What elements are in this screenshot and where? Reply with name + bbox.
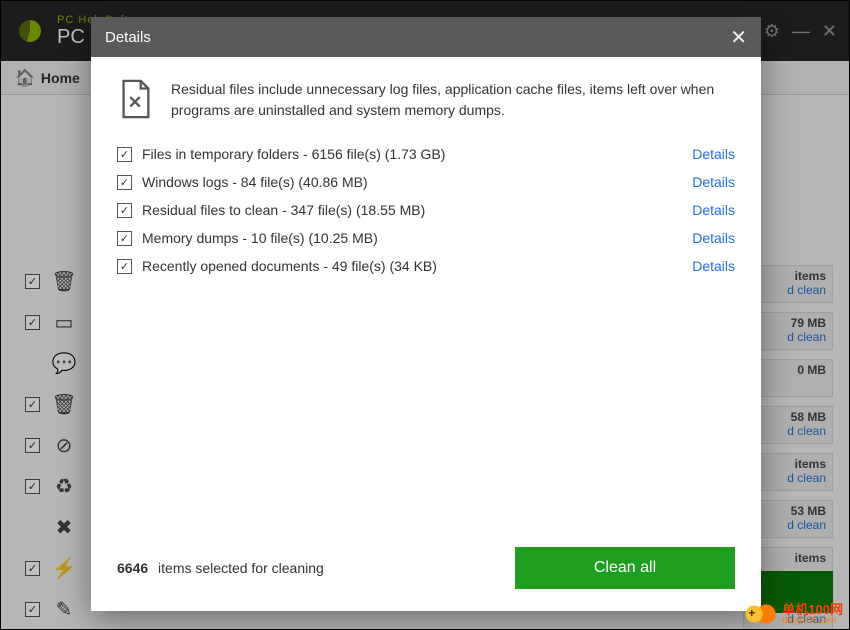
item-checkbox[interactable] — [117, 175, 132, 190]
residual-files-icon — [117, 79, 155, 124]
clean-all-button[interactable]: Clean all — [515, 547, 735, 589]
item-details-link[interactable]: Details — [692, 146, 735, 162]
selected-count: 6646 — [117, 560, 148, 576]
item-checkbox[interactable] — [117, 231, 132, 246]
item-label: Files in temporary folders - 6156 file(s… — [142, 146, 692, 162]
item-details-link[interactable]: Details — [692, 174, 735, 190]
watermark: + 单机100网 danji100.com — [744, 603, 843, 625]
modal-header: Details ✕ — [91, 17, 761, 57]
modal-close-button[interactable]: ✕ — [730, 25, 747, 50]
item-label: Windows logs - 84 file(s) (40.86 MB) — [142, 174, 692, 190]
app-window: PC HelpSoft PC ? ⚙ — ✕ Home 🗑▭💬🗑⊘♻✖⚡✎ it… — [0, 0, 850, 630]
item-checkbox[interactable] — [117, 147, 132, 162]
modal-item-row: Memory dumps - 10 file(s) (10.25 MB)Deta… — [117, 230, 735, 246]
item-label: Recently opened documents - 49 file(s) (… — [142, 258, 692, 274]
modal-description: Residual files include unnecessary log f… — [171, 79, 735, 124]
watermark-line2: danji100.com — [782, 616, 843, 625]
selected-count-text: items selected for cleaning — [158, 560, 324, 576]
selected-count-line: 6646 items selected for cleaning — [117, 560, 324, 576]
modal-body: Residual files include unnecessary log f… — [91, 57, 761, 547]
item-details-link[interactable]: Details — [692, 202, 735, 218]
item-checkbox[interactable] — [117, 203, 132, 218]
details-modal: Details ✕ Residual files include unneces… — [91, 17, 761, 611]
modal-item-row: Residual files to clean - 347 file(s) (1… — [117, 202, 735, 218]
item-label: Residual files to clean - 347 file(s) (1… — [142, 202, 692, 218]
modal-item-row: Files in temporary folders - 6156 file(s… — [117, 146, 735, 162]
modal-item-row: Windows logs - 84 file(s) (40.86 MB)Deta… — [117, 174, 735, 190]
watermark-icon: + — [744, 603, 778, 625]
item-details-link[interactable]: Details — [692, 230, 735, 246]
item-details-link[interactable]: Details — [692, 258, 735, 274]
item-label: Memory dumps - 10 file(s) (10.25 MB) — [142, 230, 692, 246]
modal-item-row: Recently opened documents - 49 file(s) (… — [117, 258, 735, 274]
item-checkbox[interactable] — [117, 259, 132, 274]
modal-item-list: Files in temporary folders - 6156 file(s… — [117, 146, 735, 274]
modal-footer: 6646 items selected for cleaning Clean a… — [91, 547, 761, 611]
modal-title: Details — [105, 29, 151, 46]
